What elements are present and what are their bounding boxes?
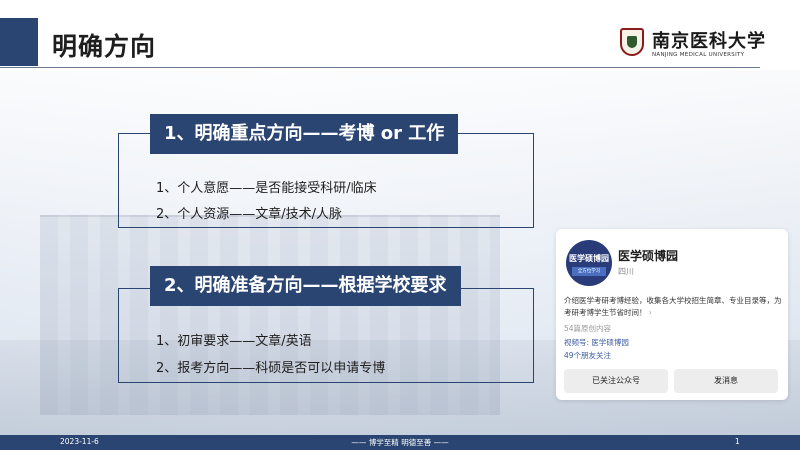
avatar-name: 医学硕博园 bbox=[569, 254, 609, 263]
section1-item: 2、个人资源——文章/技术/人脉 bbox=[156, 207, 343, 222]
footer-bar: 2023-11-6 —— 博学至精 明德至善 —— 1 bbox=[0, 435, 800, 450]
avatar-tag: 全方位学习 bbox=[572, 267, 606, 276]
section2-title: 2、明确准备方向——根据学校要求 bbox=[150, 266, 461, 306]
friends-following-link[interactable]: 49个朋友关注 bbox=[564, 350, 611, 361]
logo-name-cn: 南京医科大学 bbox=[652, 31, 766, 52]
account-description-text: 介绍医学考研考博经验，收集各大学校招生简章、专业目录等，为考研考博学生节省时间！ bbox=[564, 296, 782, 317]
page-number: 1 bbox=[735, 437, 740, 446]
followed-account-button[interactable]: 已关注公众号 bbox=[564, 369, 668, 393]
university-logo: 南京医科大学 NANJING MEDICAL UNIVERSITY bbox=[620, 28, 780, 62]
header-divider bbox=[0, 67, 760, 68]
account-avatar[interactable]: 医学硕博园 全方位学习 bbox=[566, 240, 612, 286]
university-emblem-icon bbox=[620, 28, 644, 56]
video-channel-link[interactable]: 视频号: 医学硕博园 bbox=[564, 337, 629, 348]
account-description[interactable]: 介绍医学考研考博经验，收集各大学校招生简章、专业目录等，为考研考博学生节省时间！… bbox=[564, 295, 782, 319]
page-title: 明确方向 bbox=[52, 32, 157, 61]
account-region: 四川 bbox=[618, 267, 634, 276]
section1-item: 1、个人意愿——是否能接受科研/临床 bbox=[156, 181, 377, 196]
section2-item: 1、初审要求——文章/英语 bbox=[156, 334, 312, 349]
section2-item: 2、报考方向——科硕是否可以申请专博 bbox=[156, 361, 386, 376]
logo-name-en: NANJING MEDICAL UNIVERSITY bbox=[652, 52, 745, 58]
footer-slogan: —— 博学至精 明德至善 —— bbox=[351, 438, 449, 447]
chevron-right-icon: › bbox=[648, 308, 652, 317]
account-name: 医学硕博园 bbox=[618, 249, 679, 263]
wechat-account-card: 医学硕博园 全方位学习 医学硕博园 四川 介绍医学考研考博经验，收集各大学校招生… bbox=[556, 229, 788, 400]
title-accent-bar bbox=[0, 18, 38, 66]
send-message-button[interactable]: 发消息 bbox=[674, 369, 778, 393]
section1-title: 1、明确重点方向——考博 or 工作 bbox=[150, 114, 459, 154]
account-post-count: 54篇原创内容 bbox=[564, 324, 612, 333]
